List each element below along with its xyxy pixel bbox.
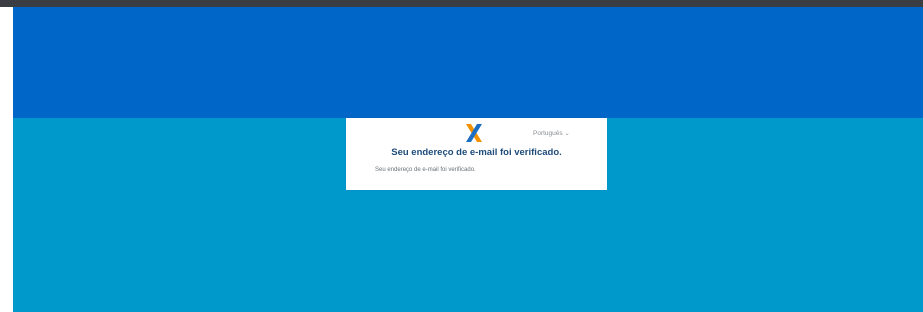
verification-card: Português ⌄ Seu endereço de e-mail foi v… [346, 118, 607, 190]
chevron-down-icon: ⌄ [564, 130, 570, 137]
page-title: Seu endereço de e-mail foi verificado. [391, 147, 562, 158]
language-selector-label: Português [533, 130, 563, 137]
caixa-x-logo-icon [466, 124, 482, 142]
hero-band [13, 7, 923, 118]
left-gutter [0, 7, 13, 312]
language-selector[interactable]: Português ⌄ [533, 130, 570, 137]
verification-message: Seu endereço de e-mail foi verificado. [375, 167, 476, 173]
browser-topbar [0, 0, 923, 7]
